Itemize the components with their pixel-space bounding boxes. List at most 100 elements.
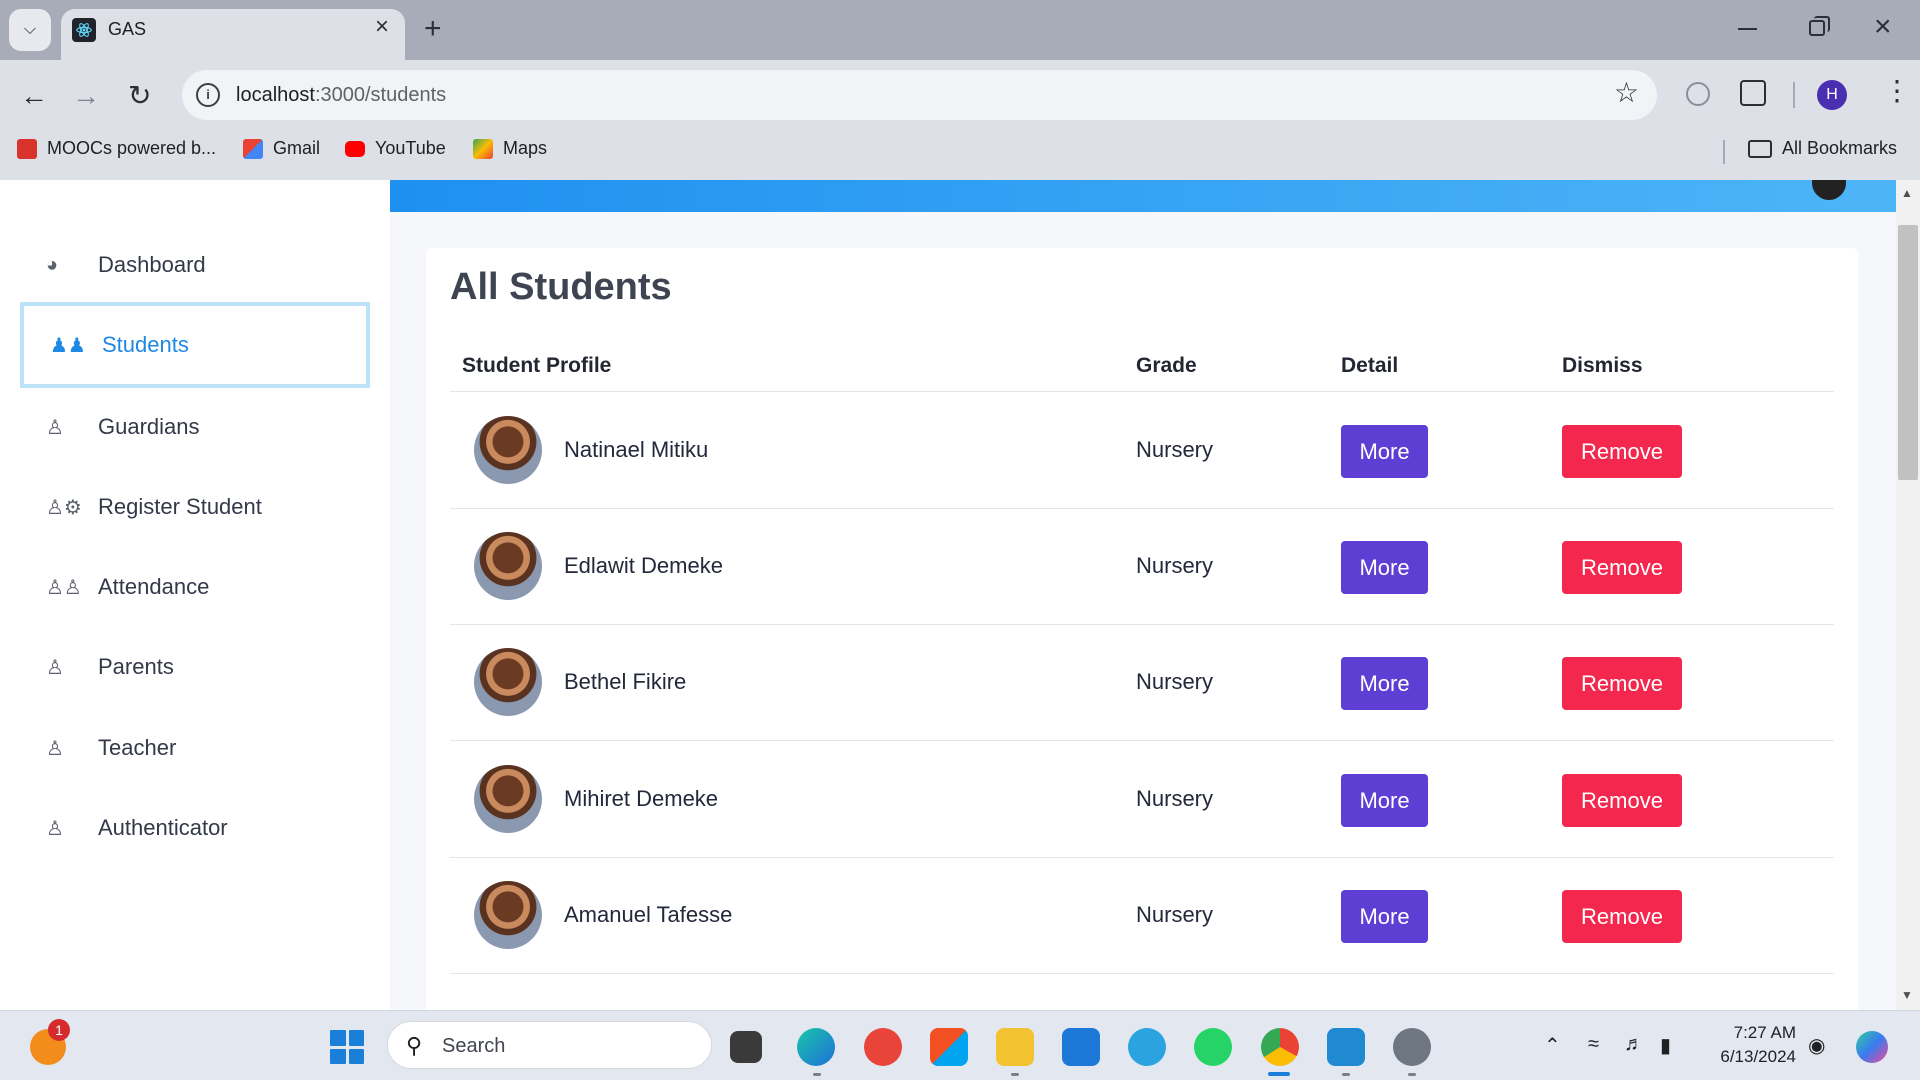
reload-icon[interactable]: ↻ [128, 82, 151, 110]
page-title: All Students [450, 266, 672, 308]
remove-button[interactable]: Remove [1562, 657, 1682, 710]
chrome-icon[interactable] [1261, 1028, 1299, 1066]
sidebar-item-teacher[interactable]: ♙ Teacher [20, 705, 370, 791]
running-indicator [1011, 1073, 1019, 1076]
mail-icon[interactable] [1062, 1028, 1100, 1066]
sidebar-item-parents[interactable]: ♙ Parents [20, 624, 370, 710]
remove-button[interactable]: Remove [1562, 541, 1682, 594]
more-button[interactable]: More [1341, 890, 1428, 943]
student-grade: Nursery [1136, 437, 1214, 462]
new-tab-button[interactable]: + [424, 14, 442, 44]
extension-icon[interactable] [1686, 82, 1710, 106]
microsoft-store-icon[interactable] [930, 1028, 968, 1066]
column-header-grade: Grade [1136, 354, 1197, 377]
remove-button[interactable]: Remove [1562, 425, 1682, 478]
react-logo-icon [72, 18, 96, 42]
student-name: Bethel Fikire [564, 669, 687, 694]
active-indicator [1268, 1072, 1290, 1076]
student-avatar [474, 765, 542, 833]
menu-kebab-icon[interactable]: ⋮ [1883, 77, 1911, 105]
toolbar-divider [1793, 82, 1795, 108]
student-grade: Nursery [1136, 553, 1214, 578]
youtube-icon [345, 140, 365, 157]
folder-icon [1748, 139, 1772, 158]
file-explorer-icon[interactable] [996, 1028, 1034, 1066]
extensions-puzzle-icon[interactable] [1740, 80, 1766, 106]
students-card: All Students Student Profile Grade Detai… [426, 248, 1858, 1010]
back-arrow-icon[interactable]: ← [20, 82, 48, 110]
gmail-icon [243, 138, 263, 159]
tab-close-icon[interactable]: × [375, 15, 389, 39]
wifi-icon[interactable]: ≈ [1588, 1033, 1599, 1056]
column-header-detail: Detail [1341, 354, 1399, 377]
table-row: Bethel Fikire Nursery More Remove [450, 625, 1834, 741]
profile-avatar[interactable]: H [1817, 80, 1847, 110]
whatsapp-icon[interactable] [1194, 1028, 1232, 1066]
scroll-up-arrow-icon[interactable]: ▲ [1901, 186, 1913, 200]
notification-bell-icon[interactable]: ◉ [1808, 1033, 1825, 1058]
chevron-up-icon[interactable]: ⌃ [1544, 1033, 1561, 1058]
browser-toolbar: ← → ↻ i localhost:3000/students ☆ H ⋮ MO… [0, 60, 1920, 188]
student-grade: Nursery [1136, 669, 1214, 694]
sidebar-item-guardians[interactable]: ♙ Guardians [20, 384, 370, 470]
task-view-icon[interactable] [730, 1031, 762, 1063]
chevron-down-icon: ⌵ [23, 21, 37, 38]
bookmark-gmail[interactable]: Gmail [243, 138, 320, 159]
column-header-dismiss: Dismiss [1562, 354, 1643, 377]
copilot-icon[interactable] [1856, 1031, 1888, 1063]
dashboard-icon: ◕ [46, 253, 59, 276]
battery-icon[interactable]: ▮ [1660, 1033, 1671, 1058]
url-text: localhost:3000/students [236, 84, 447, 106]
remove-button[interactable]: Remove [1562, 774, 1682, 827]
sidebar-item-register-student[interactable]: ♙⚙ Register Student [20, 464, 370, 550]
table-row: Natinael Mitiku Nursery More Remove [450, 393, 1834, 509]
moocs-icon [17, 138, 37, 159]
sidebar-item-students[interactable]: ♟♟ Students [20, 302, 370, 388]
table-header: Student Profile Grade Detail Dismiss [450, 344, 1834, 392]
user-avatar[interactable] [1812, 180, 1846, 200]
sidebar-item-attendance[interactable]: ♙♙ Attendance [20, 544, 370, 630]
taskbar-search[interactable]: ⚲ Search [387, 1021, 712, 1069]
windows-start-icon[interactable] [330, 1030, 364, 1064]
settings-gear-icon[interactable] [1393, 1028, 1431, 1066]
bookmark-youtube[interactable]: YouTube [345, 138, 446, 159]
telegram-icon[interactable] [1128, 1028, 1166, 1066]
volume-icon[interactable]: ♬ [1624, 1033, 1644, 1056]
bookmark-moocs[interactable]: MOOCs powered b... [17, 138, 216, 159]
site-info-icon[interactable]: i [196, 83, 220, 107]
more-button[interactable]: More [1341, 657, 1428, 710]
notification-badge: 1 [48, 1019, 70, 1041]
edge-icon[interactable] [797, 1028, 835, 1066]
column-header-profile: Student Profile [462, 354, 612, 377]
scroll-down-arrow-icon[interactable]: ▼ [1901, 988, 1913, 1002]
address-bar[interactable]: i localhost:3000/students ☆ [182, 70, 1657, 120]
bookmark-maps[interactable]: Maps [473, 138, 547, 159]
student-name: Natinael Mitiku [564, 437, 709, 462]
sidebar: ◕ Dashboard ♟♟ Students ♙ Guardians ♙⚙ R… [0, 180, 390, 1010]
more-button[interactable]: More [1341, 541, 1428, 594]
all-bookmarks-button[interactable]: All Bookmarks [1748, 138, 1897, 159]
search-icon: ⚲ [406, 1033, 423, 1058]
tab-search-button[interactable]: ⌵ [9, 9, 51, 51]
window-close-button[interactable]: × [1874, 12, 1892, 42]
window-restore-button[interactable] [1809, 16, 1830, 36]
scrollbar-thumb[interactable] [1898, 225, 1918, 480]
sidebar-item-authenticator[interactable]: ♙ Authenticator [20, 785, 370, 871]
browser-tab[interactable]: GAS × [61, 9, 405, 60]
student-name: Mihiret Demeke [564, 786, 719, 811]
forward-arrow-icon[interactable]: → [72, 82, 100, 110]
system-clock[interactable]: 7:27 AM 6/13/2024 [1700, 1021, 1796, 1069]
window-minimize-button[interactable] [1738, 28, 1757, 30]
running-indicator [1342, 1073, 1350, 1076]
wps-office-icon[interactable] [864, 1028, 902, 1066]
student-name: Amanuel Tafesse [564, 902, 733, 927]
person-icon: ♙ [46, 817, 64, 840]
vscode-icon[interactable] [1327, 1028, 1365, 1066]
more-button[interactable]: More [1341, 774, 1428, 827]
table-row: Amanuel Tafesse Nursery More Remove [450, 858, 1834, 974]
student-avatar [474, 416, 542, 484]
more-button[interactable]: More [1341, 425, 1428, 478]
remove-button[interactable]: Remove [1562, 890, 1682, 943]
bookmark-star-icon[interactable]: ☆ [1614, 79, 1639, 107]
sidebar-item-dashboard[interactable]: ◕ Dashboard [20, 222, 370, 308]
